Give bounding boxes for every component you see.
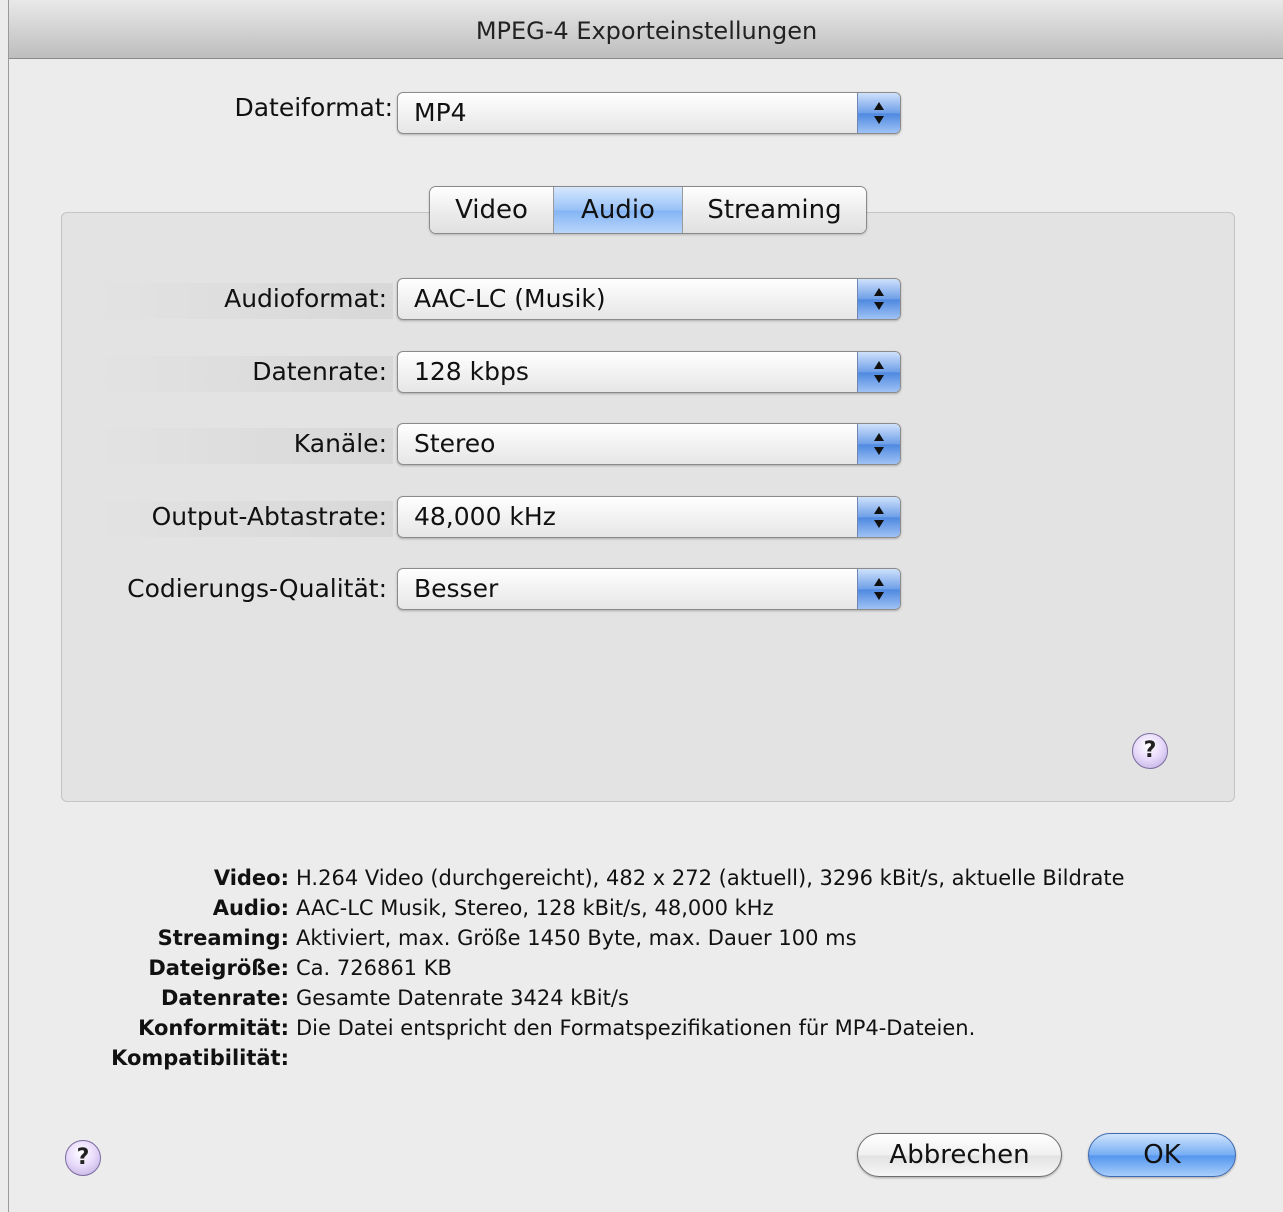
channels-popup[interactable]: Stereo <box>397 423 901 465</box>
file-format-value: MP4 <box>414 98 467 127</box>
popup-arrows-icon <box>857 497 900 537</box>
sample-rate-label: Output-Abtastrate: <box>151 502 387 531</box>
file-format-label: Dateiformat: <box>234 93 393 122</box>
tab-video[interactable]: Video <box>430 187 554 233</box>
tab-streaming[interactable]: Streaming <box>683 187 866 233</box>
audio-format-label: Audioformat: <box>224 284 387 313</box>
popup-arrows-icon <box>857 424 900 464</box>
summary-value: Ca. 726861 KB <box>296 956 452 980</box>
cancel-button[interactable]: Abbrechen <box>857 1133 1062 1177</box>
channels-label: Kanäle: <box>293 429 387 458</box>
summary-key: Kompatibilität: <box>111 1046 289 1070</box>
summary-key: Datenrate: <box>160 986 289 1010</box>
summary-key: Streaming: <box>157 926 289 950</box>
summary-key: Audio: <box>212 896 289 920</box>
summary-value: Gesamte Datenrate 3424 kBit/s <box>296 986 629 1010</box>
panel-help-button[interactable]: ? <box>1132 733 1168 769</box>
summary-key: Video: <box>213 866 289 890</box>
popup-arrows-icon <box>857 569 900 609</box>
bitrate-popup[interactable]: 128 kbps <box>397 351 901 393</box>
bitrate-label: Datenrate: <box>252 357 387 386</box>
file-format-popup[interactable]: MP4 <box>397 92 901 134</box>
quality-popup[interactable]: Besser <box>397 568 901 610</box>
audio-format-value: AAC-LC (Musik) <box>414 284 606 313</box>
settings-tabs: Video Audio Streaming <box>429 186 867 234</box>
channels-value: Stereo <box>414 429 496 458</box>
popup-arrows-icon <box>857 352 900 392</box>
summary-value: Die Datei entspricht den Formatspezifika… <box>296 1016 976 1040</box>
sample-rate-value: 48,000 kHz <box>414 502 556 531</box>
tab-audio[interactable]: Audio <box>554 187 683 233</box>
summary-key: Konformität: <box>138 1016 289 1040</box>
ok-button[interactable]: OK <box>1088 1133 1236 1177</box>
quality-value: Besser <box>414 574 499 603</box>
bitrate-value: 128 kbps <box>414 357 529 386</box>
dialog-help-button[interactable]: ? <box>65 1140 101 1176</box>
popup-arrows-icon <box>857 93 900 133</box>
quality-label: Codierungs-Qualität: <box>127 574 387 603</box>
summary-value: H.264 Video (durchgereicht), 482 x 272 (… <box>296 866 1125 890</box>
popup-arrows-icon <box>857 279 900 319</box>
dialog-title: MPEG-4 Exporteinstellungen <box>9 0 1283 59</box>
help-icon: ? <box>1143 738 1157 763</box>
summary-value: AAC-LC Musik, Stereo, 128 kBit/s, 48,000… <box>296 896 774 920</box>
summary-key: Dateigröße: <box>148 956 289 980</box>
export-settings-dialog: MPEG-4 Exporteinstellungen Dateiformat: … <box>8 0 1283 1212</box>
sample-rate-popup[interactable]: 48,000 kHz <box>397 496 901 538</box>
summary-value: Aktiviert, max. Größe 1450 Byte, max. Da… <box>296 926 857 950</box>
help-icon: ? <box>76 1145 90 1170</box>
audio-format-popup[interactable]: AAC-LC (Musik) <box>397 278 901 320</box>
